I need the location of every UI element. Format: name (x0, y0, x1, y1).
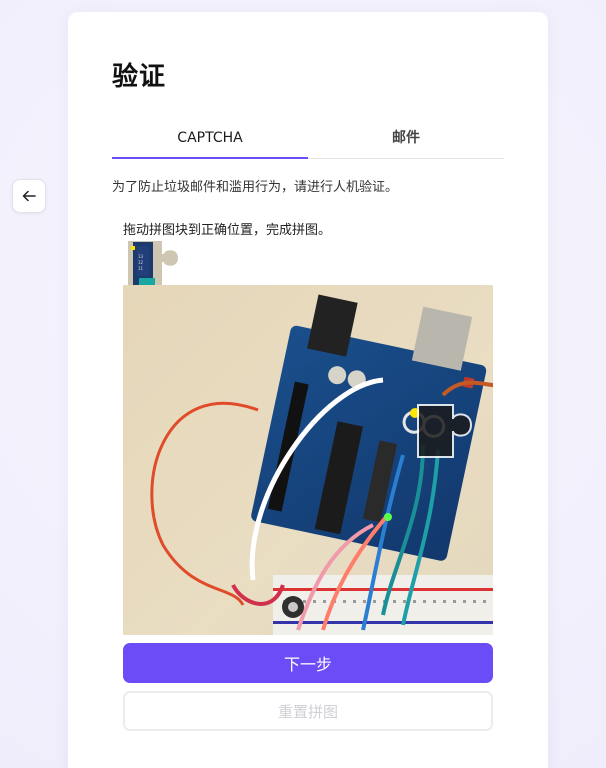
next-step-button[interactable]: 下一步 (123, 643, 493, 683)
page-title: 验证 (112, 62, 167, 92)
page: 验证 CAPTCHA 邮件 为了防止垃圾邮件和滥用行为，请进行人机验证。 拖动拼… (0, 0, 606, 768)
tab-email[interactable]: 邮件 (308, 120, 504, 158)
verification-card: 验证 CAPTCHA 邮件 为了防止垃圾邮件和滥用行为，请进行人机验证。 拖动拼… (68, 12, 548, 768)
svg-text:11: 11 (138, 266, 144, 271)
arrow-left-icon (22, 190, 36, 202)
tab-bar: CAPTCHA 邮件 (112, 120, 504, 159)
reset-puzzle-button[interactable]: 重置拼图 (123, 691, 493, 731)
verification-description: 为了防止垃圾邮件和滥用行为，请进行人机验证。 (112, 180, 399, 195)
puzzle-image (123, 285, 493, 635)
svg-text:13: 13 (138, 254, 144, 259)
svg-text:12: 12 (138, 260, 144, 265)
back-button[interactable] (12, 179, 46, 213)
tab-captcha[interactable]: CAPTCHA (112, 120, 308, 159)
